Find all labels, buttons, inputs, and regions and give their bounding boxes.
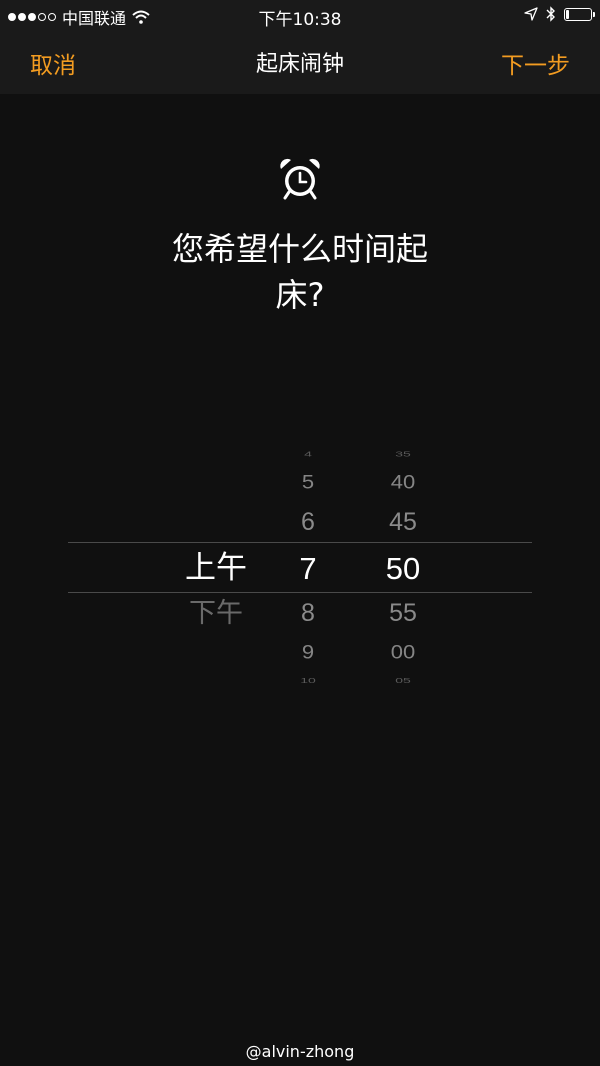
picker-hour-option[interactable]: 5 (278, 472, 338, 492)
picker-hour-option[interactable]: 8 (278, 600, 338, 626)
picker-minute-option[interactable]: 05 (358, 676, 448, 684)
bluetooth-icon (546, 6, 555, 22)
picker-hour-selected[interactable]: 7 (278, 553, 338, 584)
status-time: 下午10:38 (258, 10, 342, 30)
selection-bottom-divider (68, 592, 532, 593)
question-line-2: 床? (275, 276, 325, 314)
time-picker[interactable]: 上午 下午 4 5 6 7 8 9 10 35 40 45 50 55 00 05 (0, 435, 600, 695)
picker-minute-selected[interactable]: 50 (358, 553, 448, 584)
picker-hour-option[interactable]: 6 (278, 509, 338, 535)
picker-hour-option[interactable]: 10 (278, 676, 338, 684)
navigation-bar: 取消 起床闹钟 下一步 (0, 30, 600, 94)
picker-minute-option[interactable]: 40 (358, 472, 448, 492)
picker-minute-option[interactable]: 35 (358, 450, 448, 458)
question-line-1: 您希望什么时间起 (171, 230, 428, 268)
picker-minute-option[interactable]: 00 (358, 642, 448, 662)
picker-hour-option[interactable]: 4 (278, 450, 338, 458)
battery-icon (564, 7, 595, 21)
status-bar: 中国联通 下午10:38 (0, 0, 600, 30)
next-step-button[interactable]: 下一步 (501, 46, 570, 80)
wake-time-question: 您希望什么时间起 床? (150, 226, 450, 318)
picker-hour-option[interactable]: 9 (278, 642, 338, 662)
selection-top-divider (68, 542, 532, 543)
picker-minute-option[interactable]: 45 (358, 509, 448, 535)
alarm-clock-icon (280, 158, 320, 200)
status-right (524, 6, 595, 22)
picker-ampm-selected[interactable]: 上午 (156, 552, 276, 584)
location-arrow-icon (524, 7, 538, 21)
watermark: @alvin-zhong (245, 1042, 355, 1061)
picker-ampm-option[interactable]: 下午 (156, 600, 276, 627)
picker-minute-option[interactable]: 55 (358, 600, 448, 626)
